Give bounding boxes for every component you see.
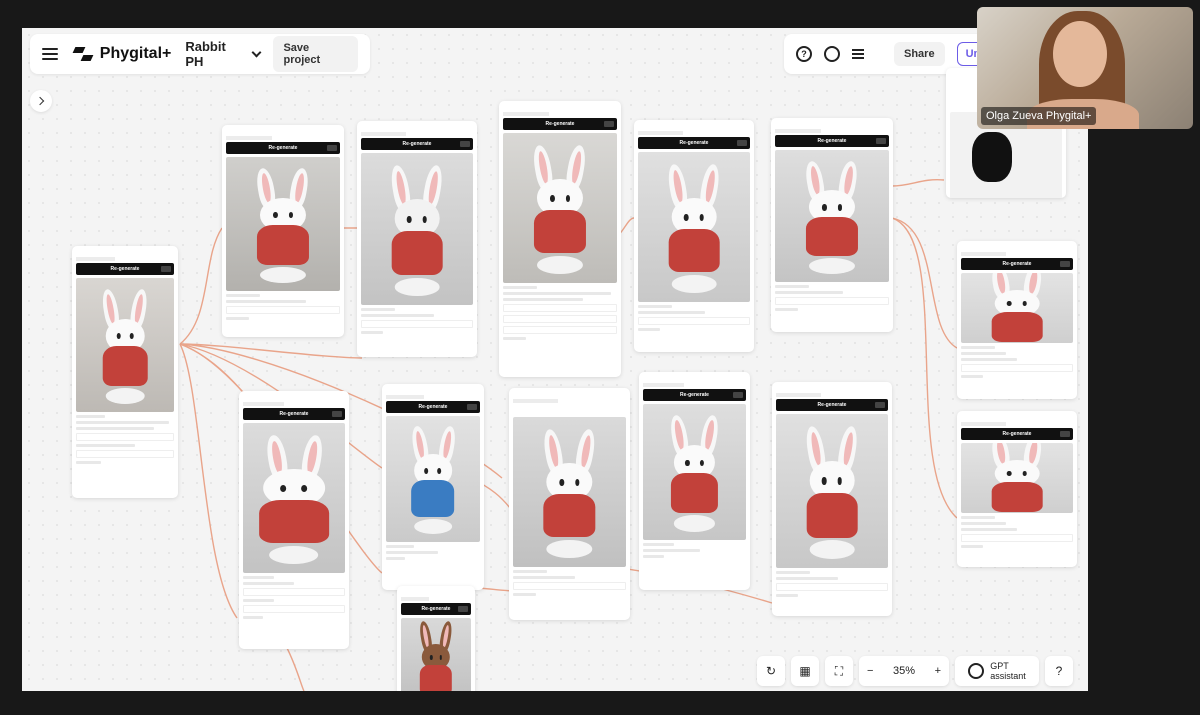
webcam-video: Olga Zueva Phygital+ bbox=[977, 7, 1193, 129]
node-card[interactable]: Re-generate bbox=[357, 121, 477, 357]
generated-image[interactable] bbox=[643, 404, 746, 540]
wire bbox=[179, 343, 363, 359]
wire bbox=[179, 227, 223, 345]
canvas-controls: ↻ ▦ ⛶ − 35% + GPT assistant ? bbox=[757, 655, 1073, 687]
node-card[interactable]: Re-generate bbox=[222, 125, 344, 337]
node-card[interactable]: Re-generate bbox=[397, 586, 475, 691]
gpt-assistant-button[interactable]: GPT assistant bbox=[955, 656, 1039, 686]
node-canvas[interactable]: Phygital+ Rabbit PH Save project ? Share… bbox=[22, 28, 1088, 691]
zoom-out-button[interactable]: − bbox=[867, 665, 873, 677]
node-card[interactable]: Re-generate bbox=[499, 101, 621, 377]
node-card[interactable]: Re-generate bbox=[639, 372, 750, 590]
generated-image[interactable] bbox=[76, 278, 174, 412]
node-card[interactable]: Re-generate bbox=[634, 120, 754, 352]
refresh-icon: ↻ bbox=[765, 664, 777, 678]
share-button[interactable]: Share bbox=[894, 42, 945, 66]
generated-image[interactable] bbox=[776, 414, 888, 568]
wire bbox=[891, 217, 958, 519]
project-selector[interactable]: Rabbit PH bbox=[185, 39, 261, 69]
generated-image[interactable] bbox=[243, 423, 345, 573]
wire bbox=[286, 647, 305, 691]
chevron-down-icon bbox=[251, 47, 261, 57]
node-card[interactable] bbox=[509, 388, 630, 620]
wire bbox=[891, 217, 958, 349]
grid-icon: ▦ bbox=[799, 664, 811, 678]
node-card[interactable]: Re-generate bbox=[957, 241, 1077, 399]
generated-image[interactable] bbox=[401, 618, 471, 691]
regenerate-button[interactable]: Re-generate bbox=[638, 137, 750, 149]
regenerate-button[interactable]: Re-generate bbox=[776, 399, 888, 411]
generated-image[interactable] bbox=[386, 416, 480, 542]
regenerate-button[interactable]: Re-generate bbox=[226, 142, 340, 154]
menu-icon[interactable] bbox=[42, 48, 58, 60]
regenerate-button[interactable]: Re-generate bbox=[386, 401, 480, 413]
save-project-button[interactable]: Save project bbox=[273, 36, 358, 72]
fit-screen-button[interactable]: ⛶ bbox=[825, 656, 853, 686]
regenerate-button[interactable]: Re-generate bbox=[361, 138, 473, 150]
brand-name: Phygital+ bbox=[99, 45, 172, 62]
participant-name: Olga Zueva Phygital+ bbox=[981, 107, 1097, 125]
wire bbox=[891, 178, 945, 187]
node-card[interactable]: Re-generate bbox=[72, 246, 178, 498]
reset-view-button[interactable]: ↻ bbox=[757, 656, 785, 686]
generated-image[interactable] bbox=[503, 133, 617, 283]
node-card[interactable]: Re-generate bbox=[239, 391, 349, 649]
regenerate-button[interactable]: Re-generate bbox=[243, 408, 345, 420]
layout-button[interactable]: ▦ bbox=[791, 656, 819, 686]
wire bbox=[179, 343, 238, 619]
node-card[interactable]: Re-generate bbox=[957, 411, 1077, 567]
generated-image[interactable] bbox=[775, 150, 889, 282]
generated-image[interactable] bbox=[513, 417, 626, 567]
history-icon[interactable] bbox=[824, 46, 840, 62]
generated-image[interactable] bbox=[361, 153, 473, 305]
brand-logo: Phygital+ bbox=[72, 45, 172, 63]
node-card[interactable]: Re-generate bbox=[382, 384, 484, 590]
rabbit-figure bbox=[90, 287, 161, 404]
generated-image[interactable] bbox=[226, 157, 340, 291]
generated-image[interactable] bbox=[961, 273, 1073, 343]
meeting-stage: Phygital+ Rabbit PH Save project ? Share… bbox=[0, 0, 1200, 715]
help-icon[interactable]: ? bbox=[796, 46, 812, 62]
regenerate-button[interactable]: Re-generate bbox=[961, 428, 1073, 440]
generated-image[interactable] bbox=[638, 152, 750, 302]
brand-mark-icon bbox=[72, 47, 94, 61]
zoom-control: − 35% + bbox=[859, 656, 949, 686]
project-name: Rabbit PH bbox=[185, 39, 226, 69]
regenerate-button[interactable]: Re-generate bbox=[503, 118, 617, 130]
node-card[interactable]: Re-generate bbox=[772, 382, 892, 616]
regenerate-button[interactable]: Re-generate bbox=[643, 389, 746, 401]
expand-panel-button[interactable] bbox=[30, 90, 52, 112]
regenerate-button[interactable]: Re-generate bbox=[961, 258, 1073, 270]
zoom-in-button[interactable]: + bbox=[935, 665, 941, 677]
node-card[interactable]: Re-generate bbox=[771, 118, 893, 332]
fullscreen-icon: ⛶ bbox=[834, 663, 844, 678]
regenerate-button[interactable]: Re-generate bbox=[76, 263, 174, 275]
regenerate-button[interactable]: Re-generate bbox=[401, 603, 471, 615]
project-toolbar: Phygital+ Rabbit PH Save project bbox=[30, 34, 370, 74]
list-icon[interactable] bbox=[852, 49, 864, 59]
openai-icon bbox=[968, 663, 985, 679]
regenerate-button[interactable]: Re-generate bbox=[775, 135, 889, 147]
zoom-level: 35% bbox=[892, 665, 916, 677]
help-button[interactable]: ? bbox=[1045, 656, 1073, 686]
generated-image[interactable] bbox=[961, 443, 1073, 513]
